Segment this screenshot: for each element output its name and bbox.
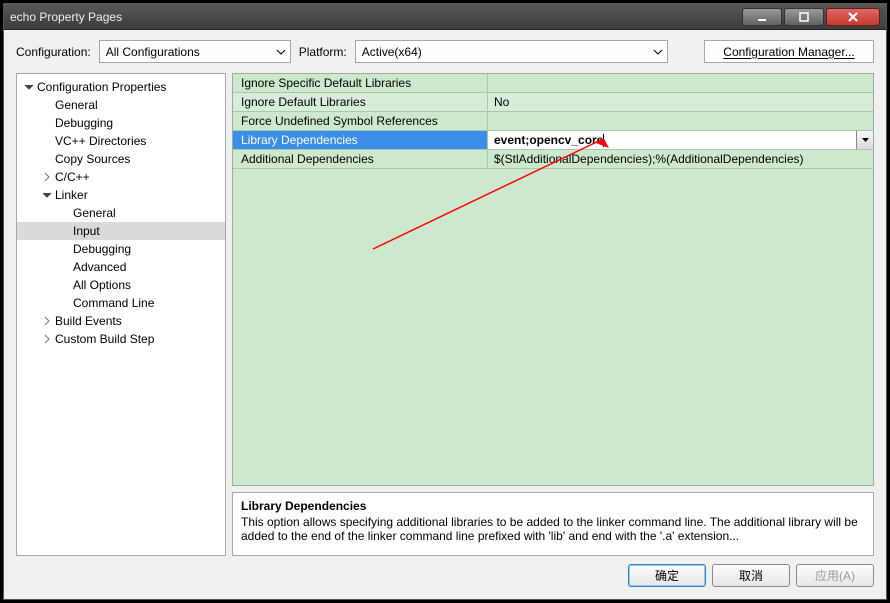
right-column: Ignore Specific Default LibrariesIgnore …: [232, 73, 874, 556]
cancel-label: 取消: [739, 567, 763, 584]
config-tree[interactable]: Configuration Properties General Debuggin…: [16, 73, 226, 556]
cancel-button[interactable]: 取消: [712, 564, 790, 587]
tree-root[interactable]: Configuration Properties: [17, 78, 225, 96]
text-caret: [603, 134, 604, 147]
tree-item-label: VC++ Directories: [55, 134, 146, 148]
property-grid[interactable]: Ignore Specific Default LibrariesIgnore …: [232, 73, 874, 486]
tree-item[interactable]: Linker: [17, 186, 225, 204]
config-row: Configuration: All Configurations Platfo…: [16, 40, 874, 63]
description-panel: Library Dependencies This option allows …: [232, 492, 874, 556]
tree-item-label: Debugging: [73, 242, 131, 256]
client-area: Configuration: All Configurations Platfo…: [4, 30, 886, 599]
tree-item[interactable]: Advanced: [17, 258, 225, 276]
tree-item[interactable]: General: [17, 96, 225, 114]
property-name: Ignore Default Libraries: [233, 93, 488, 111]
tree-item[interactable]: Input: [17, 222, 225, 240]
property-row[interactable]: Force Undefined Symbol References: [233, 112, 873, 131]
configuration-value: All Configurations: [106, 45, 200, 59]
property-value-text: event;opencv_core: [494, 133, 603, 147]
tree-item-label: Build Events: [55, 314, 122, 328]
apply-button[interactable]: 应用(A): [796, 564, 874, 587]
close-button[interactable]: [826, 8, 880, 26]
description-body: This option allows specifying additional…: [241, 515, 865, 543]
tree-item[interactable]: Debugging: [17, 114, 225, 132]
apply-label: 应用(A): [815, 567, 855, 584]
property-value[interactable]: $(StlAdditionalDependencies);%(Additiona…: [488, 150, 873, 168]
chevron-down-icon: [653, 45, 663, 59]
dialog-footer: 确定 取消 应用(A): [16, 564, 874, 587]
tree-item-label: Command Line: [73, 296, 154, 310]
configuration-manager-label: Configuration Manager...: [723, 45, 854, 59]
ok-button[interactable]: 确定: [628, 564, 706, 587]
configuration-manager-button[interactable]: Configuration Manager...: [704, 40, 874, 63]
platform-value: Active(x64): [362, 45, 422, 59]
minimize-icon: [757, 12, 767, 22]
tree-item-label: General: [73, 206, 116, 220]
property-name: Force Undefined Symbol References: [233, 112, 488, 130]
property-name: Additional Dependencies: [233, 150, 488, 168]
tree-item[interactable]: General: [17, 204, 225, 222]
chevron-down-icon: [861, 136, 870, 145]
close-icon: [847, 12, 859, 22]
property-value[interactable]: [488, 112, 873, 130]
tree-root-label: Configuration Properties: [37, 80, 166, 94]
tree-item-label: C/C++: [55, 170, 90, 184]
description-title: Library Dependencies: [241, 499, 865, 513]
tree-item-label: General: [55, 98, 98, 112]
tree-expand-icon[interactable]: [41, 316, 53, 326]
minimize-button[interactable]: [742, 8, 782, 26]
titlebar[interactable]: echo Property Pages: [4, 4, 886, 30]
property-row[interactable]: Ignore Specific Default Libraries: [233, 74, 873, 93]
tree-item[interactable]: VC++ Directories: [17, 132, 225, 150]
maximize-icon: [799, 12, 809, 22]
tree-item[interactable]: Command Line: [17, 294, 225, 312]
property-value-text: No: [494, 95, 509, 109]
tree-item-label: Linker: [55, 188, 88, 202]
tree-expand-icon[interactable]: [41, 334, 53, 344]
tree-item[interactable]: C/C++: [17, 168, 225, 186]
maximize-button[interactable]: [784, 8, 824, 26]
property-value-text: $(StlAdditionalDependencies);%(Additiona…: [494, 152, 804, 166]
platform-label: Platform:: [299, 45, 347, 59]
property-value[interactable]: No: [488, 93, 873, 111]
tree-collapse-icon[interactable]: [23, 82, 35, 92]
property-value[interactable]: [488, 74, 873, 92]
property-row[interactable]: Library Dependencies event;opencv_core: [233, 131, 873, 150]
tree-item-label: Advanced: [73, 260, 126, 274]
ok-label: 确定: [655, 567, 679, 584]
tree-expand-icon[interactable]: [41, 172, 53, 182]
tree-item[interactable]: Custom Build Step: [17, 330, 225, 348]
property-value[interactable]: event;opencv_core: [488, 131, 873, 149]
tree-item-label: Custom Build Step: [55, 332, 154, 346]
tree-item[interactable]: All Options: [17, 276, 225, 294]
property-row[interactable]: Ignore Default Libraries No: [233, 93, 873, 112]
tree-collapse-icon[interactable]: [41, 190, 53, 200]
chevron-down-icon: [276, 45, 286, 59]
tree-item[interactable]: Build Events: [17, 312, 225, 330]
tree-item-label: Copy Sources: [55, 152, 130, 166]
main-row: Configuration Properties General Debuggin…: [16, 73, 874, 556]
window-title: echo Property Pages: [10, 10, 122, 24]
tree-item-label: Debugging: [55, 116, 113, 130]
tree-item-label: Input: [73, 224, 100, 238]
property-pages-window: echo Property Pages Configuration: All C…: [3, 3, 887, 600]
property-name: Ignore Specific Default Libraries: [233, 74, 488, 92]
property-row[interactable]: Additional Dependencies $(StlAdditionalDe…: [233, 150, 873, 169]
property-name: Library Dependencies: [233, 131, 488, 149]
tree-item[interactable]: Debugging: [17, 240, 225, 258]
platform-combo[interactable]: Active(x64): [355, 40, 668, 63]
tree-item-label: All Options: [73, 278, 131, 292]
configuration-label: Configuration:: [16, 45, 91, 59]
tree-item[interactable]: Copy Sources: [17, 150, 225, 168]
configuration-combo[interactable]: All Configurations: [99, 40, 291, 63]
property-dropdown-button[interactable]: [856, 131, 873, 149]
